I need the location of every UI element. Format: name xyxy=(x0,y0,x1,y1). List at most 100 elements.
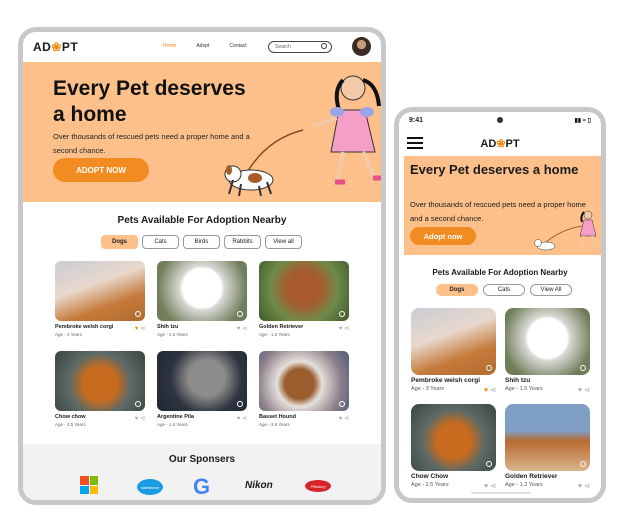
pet-name: Golden Retriever xyxy=(505,473,558,480)
avatar[interactable] xyxy=(352,37,371,56)
pet-name: Golden Retriever xyxy=(259,324,304,330)
nav-link-contact[interactable]: Contact xyxy=(229,43,246,49)
filter-dogs[interactable]: Dogs xyxy=(101,235,138,249)
section-title: Pets Available For Adoption Nearby xyxy=(432,268,568,277)
pet-age: Age - 3.6 Years xyxy=(259,422,290,427)
paw-icon: ❀ xyxy=(51,40,62,54)
heart-icon[interactable]: ♥ xyxy=(237,326,241,332)
filter-view-all[interactable]: View All xyxy=(530,284,572,296)
heart-icon[interactable]: ♥ xyxy=(484,483,488,490)
pet-photo xyxy=(505,404,590,471)
nav-links: Home Adopt Contact xyxy=(163,43,247,49)
adopt-now-button[interactable]: ADOPT NOW xyxy=(53,158,149,182)
pet-card[interactable]: Golden Retriever Age - 1.2 Years ♥ ⊲ xyxy=(505,404,590,490)
pet-name: Chow chow xyxy=(55,414,86,420)
pet-name: Argentine Pila xyxy=(157,414,194,420)
hero-banner: Every Pet deserves a home Over thousands… xyxy=(404,156,601,255)
pet-card[interactable]: Argentine Pila Age - 1.6 Years ♥ ⊲ xyxy=(157,351,247,427)
pet-name: Pembroke welsh corgi xyxy=(55,324,114,330)
sponsors-title: Our Sponsers xyxy=(168,454,236,465)
pet-photo xyxy=(55,261,145,321)
adopt-now-button[interactable]: Adopt now xyxy=(410,227,476,245)
sponsor-logos: salesforce G Nikon Pillsbury xyxy=(80,474,331,500)
heart-icon[interactable]: ♥ xyxy=(339,326,343,332)
share-icon[interactable]: ⊲ xyxy=(344,326,349,332)
heart-icon[interactable]: ♥ xyxy=(135,326,139,332)
nav-link-home[interactable]: Home xyxy=(163,43,176,49)
pet-age: Age - 3 Years xyxy=(55,332,83,337)
pet-card[interactable]: Chow Chow Age - 2.5 Years ♥ ⊲ xyxy=(411,404,496,490)
pet-photo xyxy=(411,404,496,471)
pet-photo xyxy=(157,351,247,411)
camera-icon xyxy=(497,117,503,123)
pet-age: Age - 1.5 Years xyxy=(157,332,188,337)
status-time: 9:41 xyxy=(409,117,424,124)
search-input[interactable]: Search xyxy=(268,41,332,53)
logo[interactable]: AD❀PT xyxy=(33,40,78,54)
pet-photo xyxy=(411,308,496,375)
logo[interactable]: AD❀PT xyxy=(399,137,601,150)
share-icon[interactable]: ⊲ xyxy=(490,483,496,490)
heart-icon[interactable]: ♥ xyxy=(578,387,582,394)
pillsbury-logo[interactable]: Pillsbury xyxy=(305,480,331,492)
filter-rabbits[interactable]: Rabbits xyxy=(224,235,261,249)
pet-name: Shih tzu xyxy=(157,324,179,330)
share-icon[interactable]: ⊲ xyxy=(344,416,349,422)
share-icon[interactable]: ⊲ xyxy=(584,483,590,490)
heart-icon[interactable]: ♥ xyxy=(237,416,241,422)
pet-card[interactable]: Chow chow Age - 2.5 Years ♥ ⊲ xyxy=(55,351,145,427)
microsoft-logo-icon[interactable] xyxy=(80,476,98,494)
filter-chips: Dogs Cats View All xyxy=(436,284,572,296)
google-logo[interactable]: G xyxy=(193,474,210,500)
girl-walking-dog-illustration xyxy=(224,75,381,197)
pet-photo xyxy=(55,351,145,411)
salesforce-logo[interactable]: salesforce xyxy=(137,479,163,495)
pet-photo xyxy=(259,351,349,411)
signal-wifi-battery-icon: ▮▮ ≈ ▯ xyxy=(574,118,591,124)
share-icon[interactable]: ⊲ xyxy=(140,326,145,332)
girl-walking-dog-illustration xyxy=(534,210,597,251)
search-icon[interactable] xyxy=(321,43,327,49)
share-icon[interactable]: ⊲ xyxy=(490,387,496,394)
pet-card[interactable]: Basset Hound Age - 3.6 Years ♥ ⊲ xyxy=(259,351,349,427)
pet-photo xyxy=(259,261,349,321)
pet-card[interactable]: Pembroke welsh corgi Age - 3 Years ♥ ⊲ xyxy=(411,308,496,394)
pet-name: Shih tzu xyxy=(505,377,531,384)
showcase: AD❀PT Home Adopt Contact Search Every Pe… xyxy=(0,0,630,532)
filter-cats[interactable]: Cats xyxy=(483,284,525,296)
share-icon[interactable]: ⊲ xyxy=(242,326,247,332)
pet-age: Age - 1.6 Years xyxy=(157,422,188,427)
pet-photo xyxy=(157,261,247,321)
tablet-frame: AD❀PT Home Adopt Contact Search Every Pe… xyxy=(18,27,386,505)
filter-view-all[interactable]: View all xyxy=(265,235,302,249)
hero-title: Every Pet deserves a home xyxy=(410,162,579,177)
pet-card[interactable]: Pembroke welsh corgi Age - 3 Years ♥ ⊲ xyxy=(55,261,145,337)
heart-icon[interactable]: ♥ xyxy=(135,416,139,422)
status-bar: 9:41 ▮▮ ≈ ▯ xyxy=(399,112,601,128)
phone-frame: 9:41 ▮▮ ≈ ▯ AD❀PT Every Pet deserves a h… xyxy=(394,107,606,503)
filter-birds[interactable]: Birds xyxy=(183,235,220,249)
pet-photo xyxy=(505,308,590,375)
section-title: Pets Available For Adoption Nearby xyxy=(117,215,287,226)
top-nav: AD❀PT xyxy=(399,132,601,154)
nikon-logo[interactable]: Nikon xyxy=(245,480,273,491)
heart-icon[interactable]: ♥ xyxy=(339,416,343,422)
heart-icon[interactable]: ♥ xyxy=(578,483,582,490)
nav-link-adopt[interactable]: Adopt xyxy=(196,43,209,49)
pet-age: Age - 1.2 Years xyxy=(259,332,290,337)
pet-card[interactable]: Shih tzu Age - 1.5 Years ♥ ⊲ xyxy=(505,308,590,394)
home-indicator xyxy=(471,492,531,494)
pet-name: Basset Hound xyxy=(259,414,296,420)
filter-dogs[interactable]: Dogs xyxy=(436,284,478,296)
pet-card[interactable]: Golden Retriever Age - 1.2 Years ♥ ⊲ xyxy=(259,261,349,337)
share-icon[interactable]: ⊲ xyxy=(584,387,590,394)
share-icon[interactable]: ⊲ xyxy=(140,416,145,422)
filter-chips: Dogs Cats Birds Rabbits View all xyxy=(101,235,302,249)
filter-cats[interactable]: Cats xyxy=(142,235,179,249)
heart-icon[interactable]: ♥ xyxy=(484,387,488,394)
pet-age: Age - 2.5 Years xyxy=(55,422,86,427)
pet-name: Chow Chow xyxy=(411,473,449,480)
pet-card[interactable]: Shih tzu Age - 1.5 Years ♥ ⊲ xyxy=(157,261,247,337)
paw-icon: ❀ xyxy=(496,138,506,150)
share-icon[interactable]: ⊲ xyxy=(242,416,247,422)
